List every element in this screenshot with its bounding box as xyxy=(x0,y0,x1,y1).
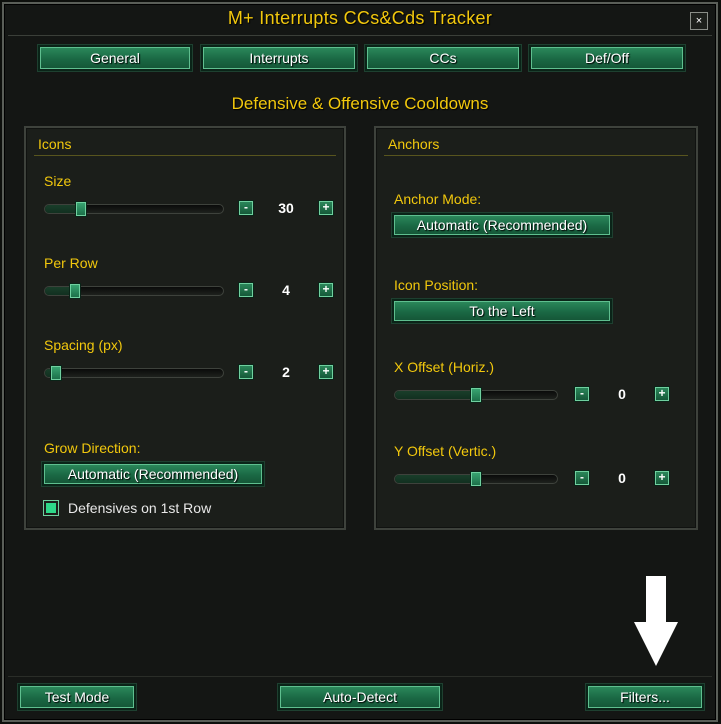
spacing-value: 2 xyxy=(282,364,290,380)
close-button[interactable]: × xyxy=(690,12,708,30)
icons-panel-header: Icons xyxy=(38,136,72,152)
x-offset-slider[interactable] xyxy=(394,387,558,403)
per-row-slider-thumb[interactable] xyxy=(69,283,82,299)
anchors-panel: Anchors Anchor Mode: Automatic (Recommen… xyxy=(374,126,698,530)
down-arrow-icon xyxy=(634,576,678,666)
y-offset-increase-button[interactable]: + xyxy=(654,470,670,486)
close-icon: × xyxy=(695,15,703,27)
icon-position-label: Icon Position: xyxy=(394,277,479,293)
size-increase-button[interactable]: + xyxy=(318,200,334,216)
icon-position-button[interactable]: To the Left xyxy=(392,299,612,323)
size-slider-thumb[interactable] xyxy=(74,201,87,217)
spacing-label: Spacing (px) xyxy=(44,337,123,353)
y-offset-decrease-button[interactable]: - xyxy=(574,470,590,486)
spacing-increase-button[interactable]: + xyxy=(318,364,334,380)
x-offset-decrease-button[interactable]: - xyxy=(574,386,590,402)
icons-panel-divider xyxy=(34,155,336,156)
per-row-decrease-button[interactable]: - xyxy=(238,282,254,298)
size-value: 30 xyxy=(278,200,294,216)
per-row-increase-button[interactable]: + xyxy=(318,282,334,298)
y-offset-slider[interactable] xyxy=(394,471,558,487)
size-decrease-button[interactable]: - xyxy=(238,200,254,216)
per-row-slider[interactable] xyxy=(44,283,224,299)
spacing-decrease-button[interactable]: - xyxy=(238,364,254,380)
tab-ccs[interactable]: CCs xyxy=(365,45,521,71)
anchor-mode-button[interactable]: Automatic (Recommended) xyxy=(392,213,612,237)
title-divider xyxy=(8,35,712,36)
x-offset-slider-thumb[interactable] xyxy=(470,387,482,403)
x-offset-label: X Offset (Horiz.) xyxy=(394,359,495,375)
grow-direction-label: Grow Direction: xyxy=(44,440,141,456)
tab-interrupts[interactable]: Interrupts xyxy=(201,45,357,71)
spacing-slider[interactable] xyxy=(44,365,224,381)
anchor-mode-label: Anchor Mode: xyxy=(394,191,482,207)
test-mode-button[interactable]: Test Mode xyxy=(18,684,136,710)
anchors-panel-divider xyxy=(384,155,688,156)
icons-panel: Icons Size - 30 + Per Row - 4 + Spacing … xyxy=(24,126,346,530)
anchors-panel-header: Anchors xyxy=(388,136,440,152)
per-row-value: 4 xyxy=(282,282,290,298)
x-offset-increase-button[interactable]: + xyxy=(654,386,670,402)
footer-divider xyxy=(8,676,712,677)
section-title: Defensive & Offensive Cooldowns xyxy=(231,94,489,113)
tab-general[interactable]: General xyxy=(38,45,192,71)
checkbox-check-icon xyxy=(46,503,56,513)
tab-def-off[interactable]: Def/Off xyxy=(529,45,685,71)
tracker-window: M+ Interrupts CCs&Cds Tracker × General … xyxy=(2,2,718,722)
defensives-first-row-label: Defensives on 1st Row xyxy=(68,500,212,516)
size-slider[interactable] xyxy=(44,201,224,217)
defensives-first-row-checkbox[interactable] xyxy=(43,500,59,516)
y-offset-slider-thumb[interactable] xyxy=(470,471,482,487)
y-offset-label: Y Offset (Vertic.) xyxy=(394,443,497,459)
filters-button[interactable]: Filters... xyxy=(586,684,704,710)
size-label: Size xyxy=(44,173,72,189)
window-title: M+ Interrupts CCs&Cds Tracker xyxy=(227,8,493,28)
y-offset-slider-fill xyxy=(395,475,476,483)
x-offset-slider-fill xyxy=(395,391,476,399)
x-offset-value: 0 xyxy=(618,386,626,402)
y-offset-value: 0 xyxy=(618,470,626,486)
auto-detect-button[interactable]: Auto-Detect xyxy=(278,684,442,710)
grow-direction-button[interactable]: Automatic (Recommended) xyxy=(42,462,264,486)
per-row-label: Per Row xyxy=(44,255,98,271)
spacing-slider-thumb[interactable] xyxy=(49,365,62,381)
